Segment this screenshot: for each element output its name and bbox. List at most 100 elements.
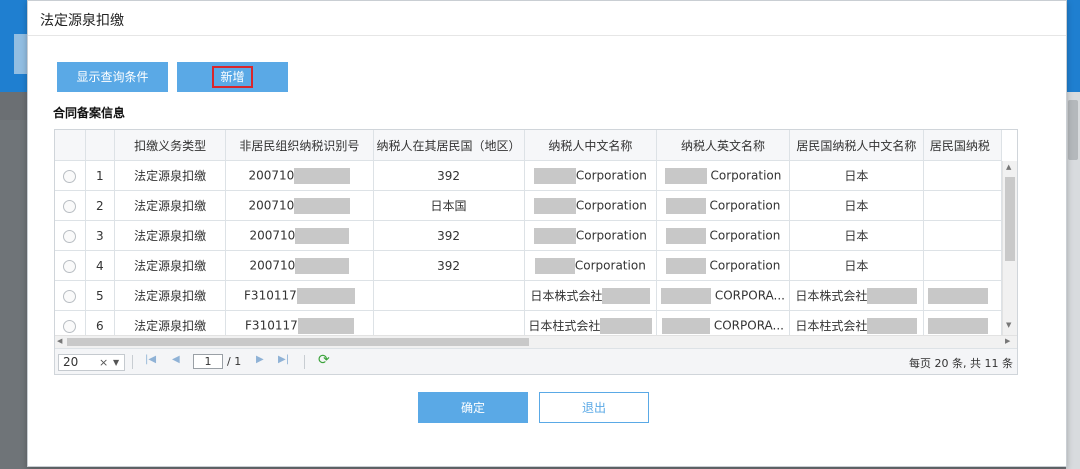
confirm-button[interactable]: 确定 <box>418 392 528 423</box>
column-header-withholding-type[interactable]: 扣缴义务类型 <box>114 130 227 161</box>
redaction-block <box>533 167 576 184</box>
table-header-row: 扣缴义务类型 非居民组织纳税识别号 纳税人在其居民国（地区） 纳税人中文名称 纳… <box>55 130 1002 161</box>
row-number: 4 <box>85 250 115 281</box>
column-header-index <box>85 130 115 161</box>
redaction-block <box>533 197 576 214</box>
row-radio[interactable] <box>63 169 77 183</box>
cell-en-name: Corporation <box>710 168 782 182</box>
row-number: 1 <box>85 160 115 191</box>
redaction-block <box>296 287 355 304</box>
row-radio[interactable] <box>63 199 77 213</box>
table-row[interactable]: 3 法定源泉扣缴 200710 392 Corporation Corporat… <box>55 220 1002 251</box>
column-header-residence-country[interactable]: 纳税人在其居民国（地区） <box>373 130 525 161</box>
grid-horizontal-scrollbar[interactable]: ◀ ▶ <box>55 335 1017 348</box>
cell-en-name: CORPORA... <box>714 288 785 302</box>
cell-country: 392 <box>373 160 525 191</box>
cell-en-name: Corporation <box>709 198 781 212</box>
pager-divider <box>132 355 133 369</box>
redaction-block <box>867 288 918 305</box>
horizontal-scroll-thumb[interactable] <box>67 338 529 346</box>
page-scrollbar-thumb[interactable] <box>1068 100 1078 160</box>
table-row[interactable]: 2 法定源泉扣缴 200710 日本国 Corporation Corporat… <box>55 190 1002 221</box>
cell-cn-name: Corporation <box>574 258 646 272</box>
column-header-tin[interactable]: 非居民组织纳税识别号 <box>225 130 374 161</box>
scroll-up-icon[interactable]: ▲ <box>1006 163 1011 171</box>
row-number: 2 <box>85 190 115 221</box>
total-pages: / 1 <box>227 355 242 368</box>
last-page-icon[interactable]: ▶| <box>278 354 289 365</box>
pager-divider <box>304 355 305 369</box>
cell-country <box>373 280 525 311</box>
column-header-en-name[interactable]: 纳税人英文名称 <box>656 130 790 161</box>
cell-tin: F310117 <box>245 318 298 332</box>
redaction-block <box>294 197 351 214</box>
table-row[interactable]: 4 法定源泉扣缴 200710 392 Corporation Corporat… <box>55 250 1002 281</box>
redaction-block <box>295 227 350 244</box>
redaction-block <box>665 197 706 214</box>
cell-country: 日本国 <box>373 190 525 221</box>
section-title: 合同备案信息 <box>53 106 126 120</box>
show-query-conditions-button[interactable]: 显示查询条件 <box>57 62 168 92</box>
table-row[interactable]: 5 法定源泉扣缴 F310117 日本株式会社 CORPORA... 日本株式会… <box>55 280 1002 311</box>
cell-cn-name: 日本柱式会社 <box>528 318 601 333</box>
redaction-block <box>665 257 706 274</box>
redaction-block <box>927 287 988 304</box>
redaction-block <box>295 257 350 274</box>
redaction-block <box>927 317 988 334</box>
cell-en-name: CORPORA... <box>713 318 784 332</box>
cell-tin: F310117 <box>244 288 297 302</box>
cell-country: 392 <box>373 220 525 251</box>
cell-cn-name: Corporation <box>575 168 647 182</box>
cell-cn-name: Corporation <box>575 198 647 212</box>
redaction-block <box>600 318 653 335</box>
row-radio[interactable] <box>63 319 77 333</box>
redaction-block <box>664 167 707 184</box>
prev-page-icon[interactable]: ◀ <box>172 354 180 365</box>
next-page-icon[interactable]: ▶ <box>256 354 264 365</box>
cell-en-name: Corporation <box>709 228 781 242</box>
current-page-input[interactable]: 1 <box>193 354 223 369</box>
chevron-down-icon[interactable]: ▼ <box>113 355 119 370</box>
row-radio[interactable] <box>63 289 77 303</box>
cell-tin: 200710 <box>248 168 295 182</box>
grid-vertical-scrollbar[interactable]: ▲ ▼ <box>1002 161 1017 335</box>
cell-resident-cn-name: 日本株式会社 <box>795 288 868 303</box>
vertical-scroll-thumb[interactable] <box>1005 177 1015 261</box>
redaction-block <box>534 257 575 274</box>
row-radio[interactable] <box>63 259 77 273</box>
scroll-left-icon[interactable]: ◀ <box>57 337 62 345</box>
cell-type: 法定源泉扣缴 <box>114 160 227 191</box>
grid-viewport: 扣缴义务类型 非居民组织纳税识别号 纳税人在其居民国（地区） 纳税人中文名称 纳… <box>55 130 1002 335</box>
column-header-resident-cn-name[interactable]: 居民国纳税人中文名称 <box>789 130 924 161</box>
exit-button[interactable]: 退出 <box>539 392 649 423</box>
add-button-label: 新增 <box>212 66 253 88</box>
pagination-bar: 20 × ▼ |◀ ◀ 1 / 1 ▶ ▶| ⟳ 每页 20 条, 共 11 条 <box>55 348 1017 374</box>
redaction-block <box>602 288 651 305</box>
table-row[interactable]: 1 法定源泉扣缴 200710 392 Corporation Corporat… <box>55 160 1002 191</box>
row-number: 5 <box>85 280 115 311</box>
table-row[interactable]: 6 法定源泉扣缴 F310117 日本柱式会社 CORPORA... 日本柱式会… <box>55 310 1002 335</box>
cell-tin: 200710 <box>248 198 295 212</box>
dialog: 法定源泉扣缴 显示查询条件 新增 合同备案信息 扣缴义务类型 非居民组织纳税识别… <box>27 0 1067 467</box>
cell-resident-cn-name: 日本 <box>789 160 924 191</box>
scroll-right-icon[interactable]: ▶ <box>1005 337 1010 345</box>
cell-resident-cn-name: 日本 <box>789 250 924 281</box>
clear-icon[interactable]: × <box>99 355 108 370</box>
scroll-down-icon[interactable]: ▼ <box>1006 321 1011 329</box>
cell-tin: 200710 <box>249 258 296 272</box>
add-button[interactable]: 新增 <box>177 62 288 92</box>
refresh-icon[interactable]: ⟳ <box>318 352 330 368</box>
redaction-block <box>665 227 706 244</box>
page-size-select[interactable]: 20 × ▼ <box>58 354 125 371</box>
row-radio[interactable] <box>63 229 77 243</box>
column-header-cn-name[interactable]: 纳税人中文名称 <box>524 130 658 161</box>
cell-type: 法定源泉扣缴 <box>114 280 227 311</box>
row-number: 3 <box>85 220 115 251</box>
first-page-icon[interactable]: |◀ <box>145 354 156 365</box>
dialog-title: 法定源泉扣缴 <box>40 13 124 29</box>
pagination-info: 每页 20 条, 共 11 条 <box>909 357 1013 370</box>
cell-cn-name: Corporation <box>575 228 647 242</box>
redaction-block <box>294 167 351 184</box>
column-header-resident-tin[interactable]: 居民国纳税 <box>923 130 1002 161</box>
cell-type: 法定源泉扣缴 <box>114 250 227 281</box>
